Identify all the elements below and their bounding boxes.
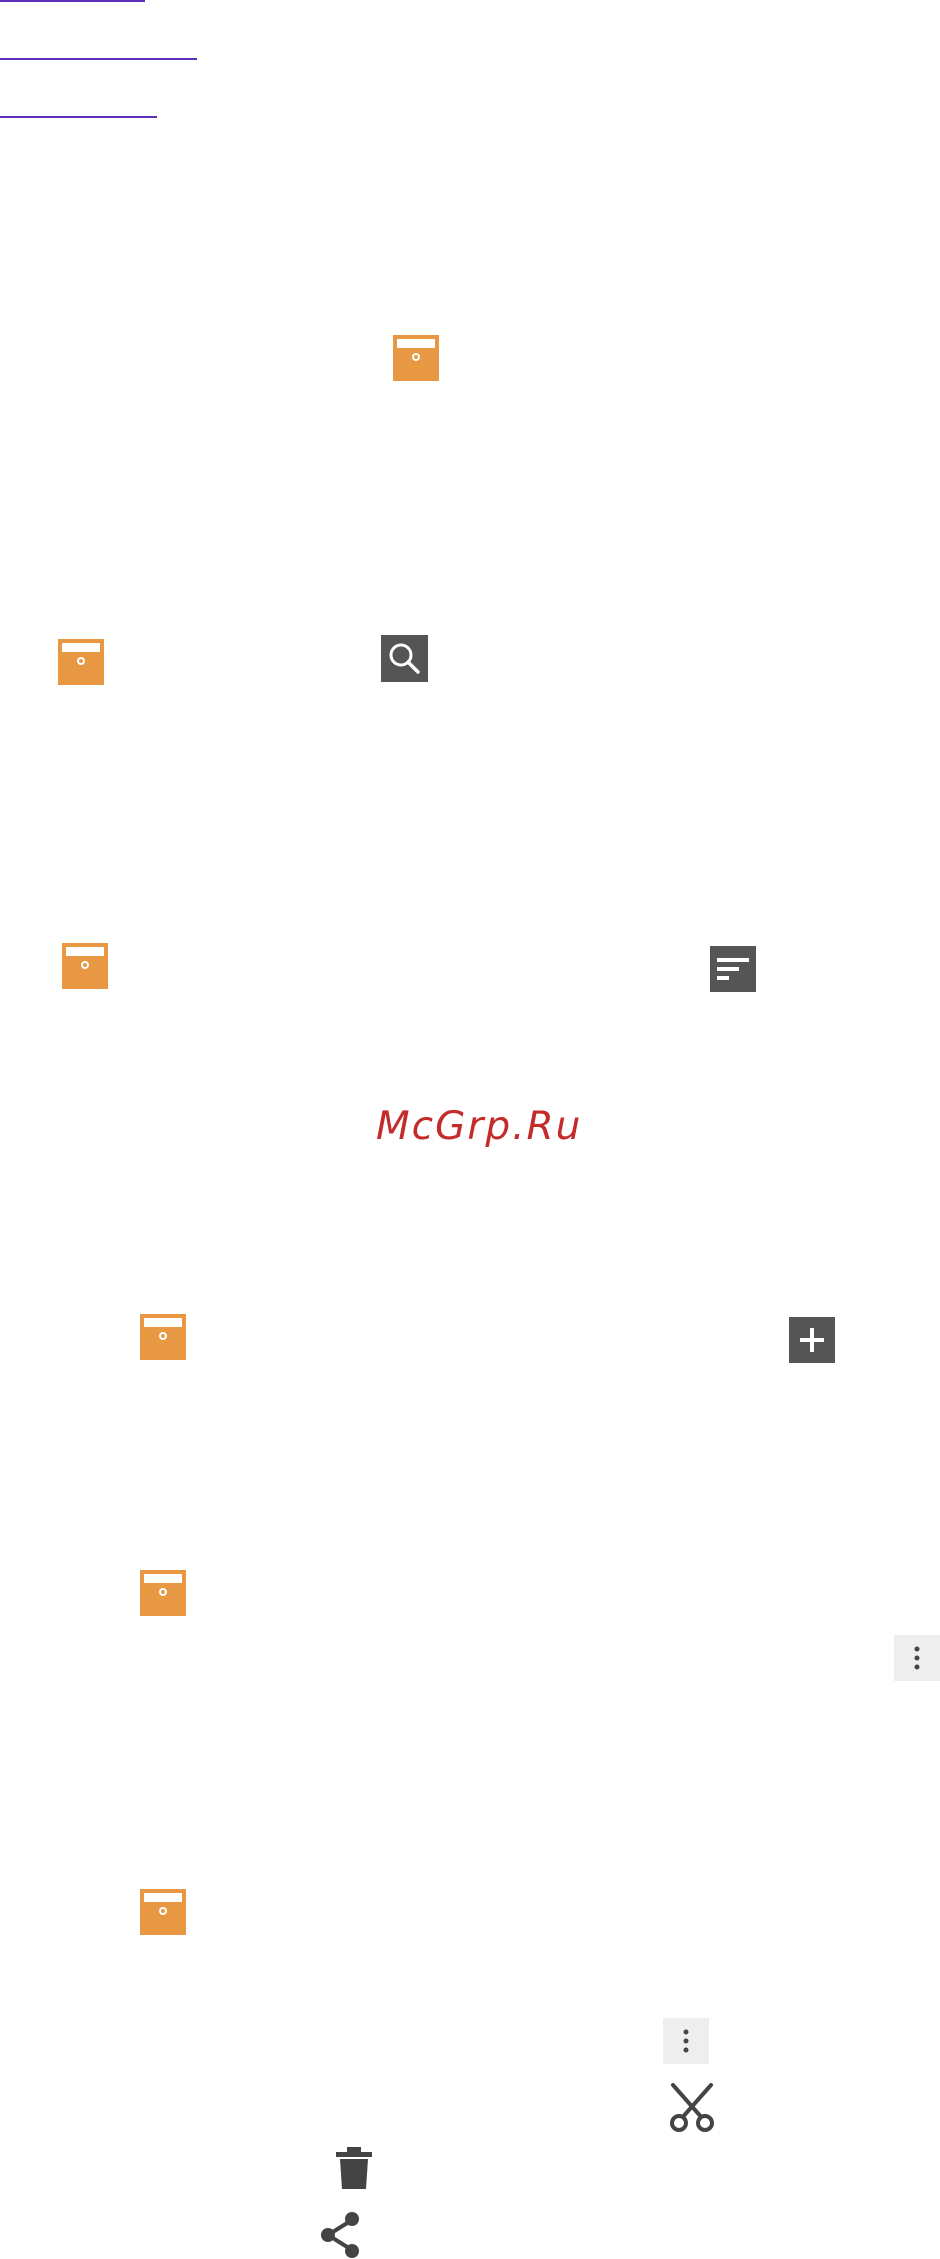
delete-icon[interactable] — [334, 2145, 374, 2191]
archive-icon — [140, 1314, 186, 1360]
archive-icon — [140, 1889, 186, 1935]
archive-icon — [58, 639, 104, 685]
share-icon[interactable] — [316, 2210, 366, 2259]
archive-icon — [140, 1570, 186, 1616]
add-icon[interactable] — [789, 1317, 835, 1363]
link-underline-2[interactable] — [0, 58, 197, 60]
sort-icon[interactable] — [710, 946, 756, 992]
archive-icon — [62, 943, 108, 989]
link-underline-1[interactable] — [0, 0, 145, 2]
archive-icon — [393, 335, 439, 381]
link-underline-3[interactable] — [0, 116, 157, 118]
cut-icon[interactable] — [667, 2082, 717, 2132]
watermark-text: McGrp.Ru — [376, 1104, 583, 1149]
more-vert-icon[interactable] — [663, 2018, 709, 2064]
search-icon[interactable] — [381, 635, 428, 682]
more-vert-icon[interactable] — [894, 1635, 940, 1681]
